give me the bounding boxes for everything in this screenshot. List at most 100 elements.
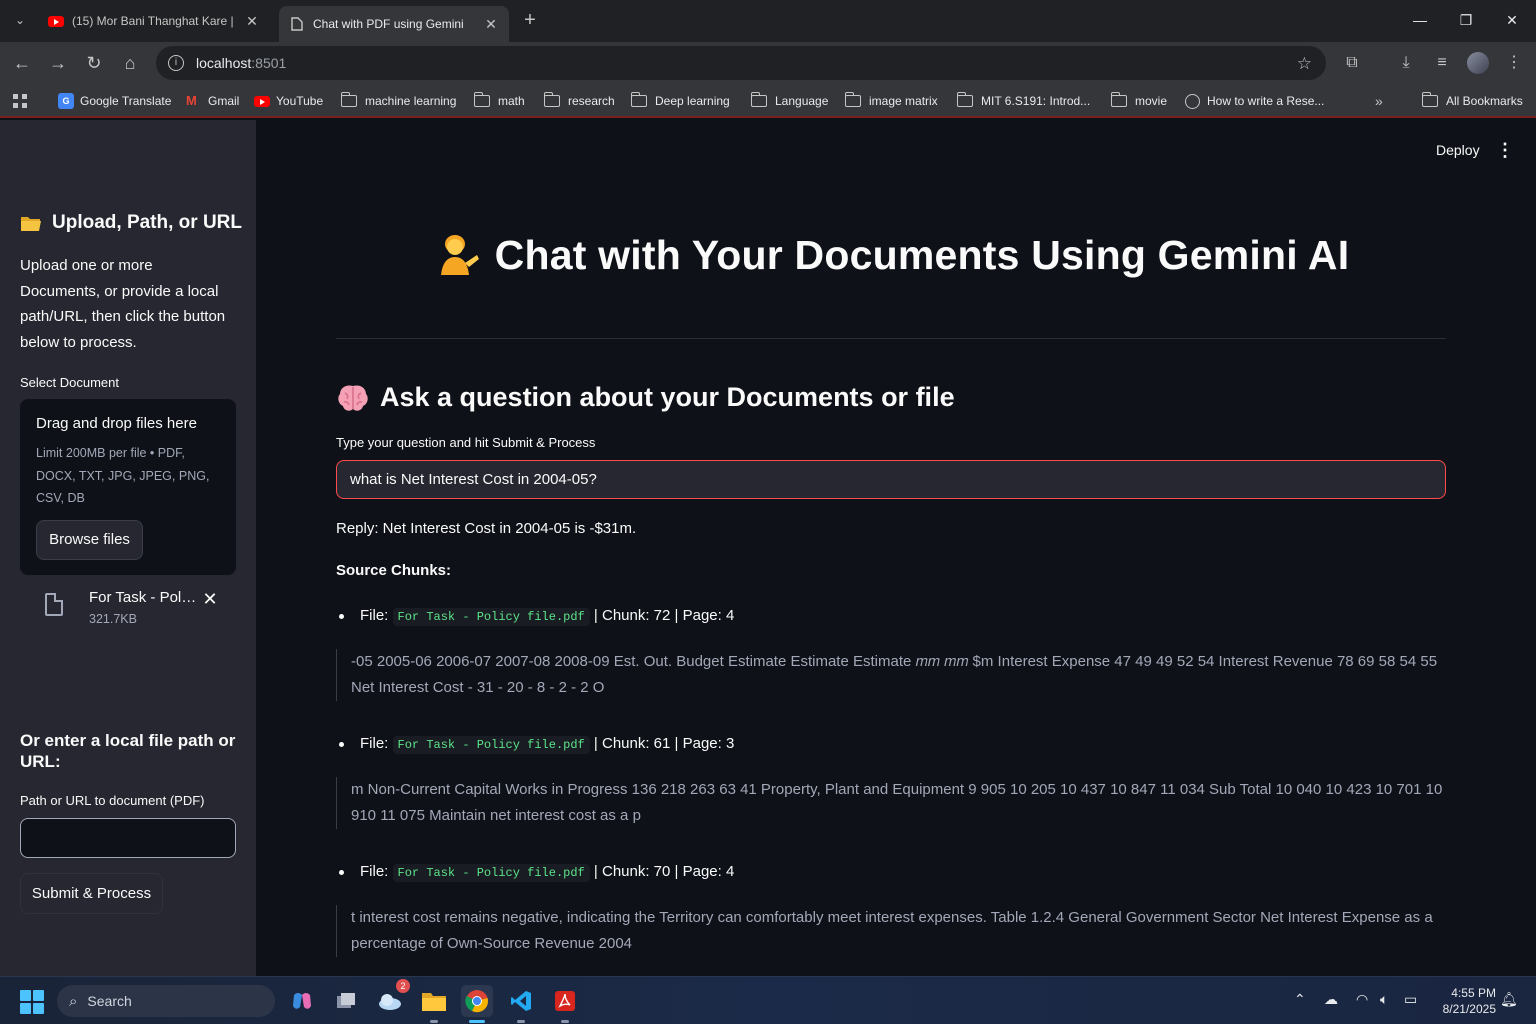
chunk-info: | Chunk: 72 | Page: 4 bbox=[593, 607, 735, 624]
chunk-text: t interest cost remains negative, indica… bbox=[336, 905, 1446, 957]
browser-menu-icon[interactable]: ⋮ bbox=[1502, 51, 1526, 75]
bookmark-movie[interactable]: movie bbox=[1110, 92, 1167, 110]
forward-icon[interactable]: → bbox=[46, 51, 70, 75]
acrobat-icon[interactable] bbox=[549, 985, 581, 1023]
folder-icon bbox=[1110, 92, 1127, 107]
browser-toolbar: ← → ↻ ⌂ i localhost:8501 ☆ ⧉ ⤓ ≡ ⋮ bbox=[0, 42, 1536, 84]
tab-search-chevron-icon[interactable]: ⌄ bbox=[8, 8, 32, 32]
home-icon[interactable]: ⌂ bbox=[118, 51, 142, 75]
battery-icon[interactable]: ▭ bbox=[1404, 991, 1417, 1008]
uploaded-file: For Task - Policy file.pdf 321.7KB ✕ bbox=[40, 587, 236, 631]
sidebar-header-text: Upload, Path, or URL bbox=[52, 212, 242, 233]
chunk-text: m Non-Current Capital Works in Progress … bbox=[336, 777, 1446, 829]
download-icon[interactable]: ⤓ bbox=[1394, 51, 1418, 75]
question-subheader-text: Ask a question about your Documents or f… bbox=[380, 382, 955, 412]
browse-files-button[interactable]: Browse files bbox=[36, 520, 143, 560]
chunk-file-name: For Task - Policy file.pdf bbox=[392, 736, 590, 754]
bookmark-gmail[interactable]: M Gmail bbox=[186, 92, 239, 110]
bookmark-research[interactable]: research bbox=[543, 92, 615, 110]
bookmark-label: Google Translate bbox=[80, 94, 172, 108]
source-chunk: File: For Task - Policy file.pdf | Chunk… bbox=[336, 732, 1446, 829]
apps-grid-icon[interactable] bbox=[12, 92, 28, 110]
all-bookmarks[interactable]: All Bookmarks bbox=[1421, 92, 1523, 110]
minimize-icon[interactable]: — bbox=[1397, 0, 1443, 40]
chrome-icon[interactable] bbox=[461, 985, 493, 1023]
chunk-meta: File: For Task - Policy file.pdf | Chunk… bbox=[336, 860, 1446, 884]
source-chunk: File: For Task - Policy file.pdf | Chunk… bbox=[336, 604, 1446, 701]
sidebar-header: Upload, Path, or URL bbox=[20, 212, 242, 234]
bookmark-deep-learning[interactable]: Deep learning bbox=[630, 92, 730, 110]
path-label: Path or URL to document (PDF) bbox=[20, 793, 205, 808]
browser-tab-bar: ⌄ (15) Mor Bani Thanghat Kare | M ✕ Chat… bbox=[0, 0, 1536, 42]
bookmark-math[interactable]: math bbox=[473, 92, 525, 110]
brain-icon bbox=[338, 384, 368, 411]
remove-file-icon[interactable]: ✕ bbox=[201, 589, 219, 610]
vscode-icon[interactable] bbox=[505, 985, 537, 1023]
bookmark-google-translate[interactable]: G Google Translate bbox=[58, 92, 171, 110]
bookmark-label: Language bbox=[775, 94, 829, 108]
bookmark-machine-learning[interactable]: machine learning bbox=[340, 92, 456, 110]
extensions-icon[interactable]: ⧉ bbox=[1340, 51, 1364, 75]
file-icon bbox=[45, 593, 63, 616]
weather-widget-icon[interactable]: 2 bbox=[374, 979, 410, 1017]
weather-badge: 2 bbox=[396, 979, 410, 993]
onedrive-icon[interactable]: ☁ bbox=[1324, 991, 1338, 1008]
bookmark-language[interactable]: Language bbox=[750, 92, 829, 110]
page-title: Chat with Your Documents Using Gemini AI bbox=[336, 232, 1446, 279]
bookmark-label: research bbox=[568, 94, 615, 108]
profile-avatar[interactable] bbox=[1467, 52, 1489, 74]
bookmark-star-icon[interactable]: ☆ bbox=[1297, 54, 1312, 74]
windows-start-icon[interactable] bbox=[20, 990, 44, 1014]
taskbar-search[interactable]: ⌕ Search bbox=[57, 985, 275, 1017]
chunk-text: -05 2005-06 2006-07 2007-08 2008-09 Est.… bbox=[336, 649, 1446, 701]
more-bookmarks-icon[interactable]: » bbox=[1375, 92, 1383, 110]
new-tab-icon[interactable]: + bbox=[518, 8, 542, 32]
file-dropzone[interactable]: Drag and drop files here Limit 200MB per… bbox=[20, 399, 236, 575]
close-window-icon[interactable]: ✕ bbox=[1489, 0, 1535, 40]
tab-youtube[interactable]: (15) Mor Bani Thanghat Kare | M ✕ bbox=[38, 6, 270, 36]
question-input[interactable] bbox=[336, 460, 1446, 499]
wifi-icon[interactable]: ◠ bbox=[1356, 991, 1368, 1008]
bookmark-youtube[interactable]: YouTube bbox=[254, 92, 323, 110]
clock-time: 4:55 PM bbox=[1451, 986, 1496, 1000]
media-control-icon[interactable]: ≡ bbox=[1430, 51, 1454, 75]
close-tab-icon[interactable]: ✕ bbox=[244, 13, 260, 30]
tab-chat-with-pdf[interactable]: Chat with PDF using Gemini ✕ bbox=[279, 6, 509, 42]
chunk-file-prefix: File: bbox=[360, 735, 389, 752]
submit-process-button[interactable]: Submit & Process bbox=[20, 873, 163, 914]
notifications-icon[interactable]: 🔔︎ bbox=[1500, 991, 1518, 1008]
deploy-button[interactable]: Deploy bbox=[1436, 142, 1480, 158]
chunk-file-prefix: File: bbox=[360, 607, 389, 624]
bookmark-image-matrix[interactable]: image matrix bbox=[844, 92, 938, 110]
windows-taskbar: ⌕ Search 2 ⌃ ☁ ◠ 🔈︎ ▭ 4:55 PM 8/21/2025 … bbox=[0, 976, 1536, 1024]
main-content: Deploy ⋮ Chat with Your Documents Using … bbox=[256, 120, 1536, 976]
sidebar: Upload, Path, or URL Upload one or more … bbox=[0, 120, 256, 976]
system-clock[interactable]: 4:55 PM 8/21/2025 bbox=[1434, 985, 1496, 1017]
page-title-text: Chat with Your Documents Using Gemini AI bbox=[494, 232, 1350, 278]
path-url-input[interactable] bbox=[20, 818, 236, 858]
folder-icon bbox=[630, 92, 647, 107]
file-explorer-icon[interactable] bbox=[418, 985, 450, 1023]
path-header: Or enter a local file path or URL: bbox=[20, 731, 236, 771]
close-tab-icon[interactable]: ✕ bbox=[483, 16, 499, 33]
chunk-meta: File: For Task - Policy file.pdf | Chunk… bbox=[336, 604, 1446, 628]
task-view-icon[interactable] bbox=[330, 985, 362, 1017]
reload-icon[interactable]: ↻ bbox=[82, 51, 106, 75]
volume-icon[interactable]: 🔈︎ bbox=[1380, 991, 1388, 1008]
url-host: localhost bbox=[196, 55, 252, 71]
folder-icon bbox=[956, 92, 973, 107]
show-hidden-icons-icon[interactable]: ⌃ bbox=[1294, 991, 1306, 1008]
chunk-meta: File: For Task - Policy file.pdf | Chunk… bbox=[336, 732, 1446, 756]
app-menu-icon[interactable]: ⋮ bbox=[1496, 140, 1514, 161]
bookmark-mit[interactable]: MIT 6.S191: Introd... bbox=[956, 92, 1091, 110]
question-label: Type your question and hit Submit & Proc… bbox=[336, 435, 596, 450]
back-icon[interactable]: ← bbox=[10, 51, 34, 75]
site-info-icon[interactable]: i bbox=[168, 55, 184, 71]
document-icon bbox=[289, 16, 305, 32]
sidebar-instructions: Upload one or more Documents, or provide… bbox=[20, 257, 226, 351]
copilot-icon[interactable] bbox=[286, 985, 318, 1017]
bookmark-label: MIT 6.S191: Introd... bbox=[981, 94, 1091, 108]
restore-icon[interactable]: ❐ bbox=[1443, 0, 1489, 40]
bookmark-how-to-write[interactable]: How to write a Rese... bbox=[1185, 92, 1324, 110]
address-bar[interactable]: i localhost:8501 ☆ bbox=[156, 46, 1326, 80]
